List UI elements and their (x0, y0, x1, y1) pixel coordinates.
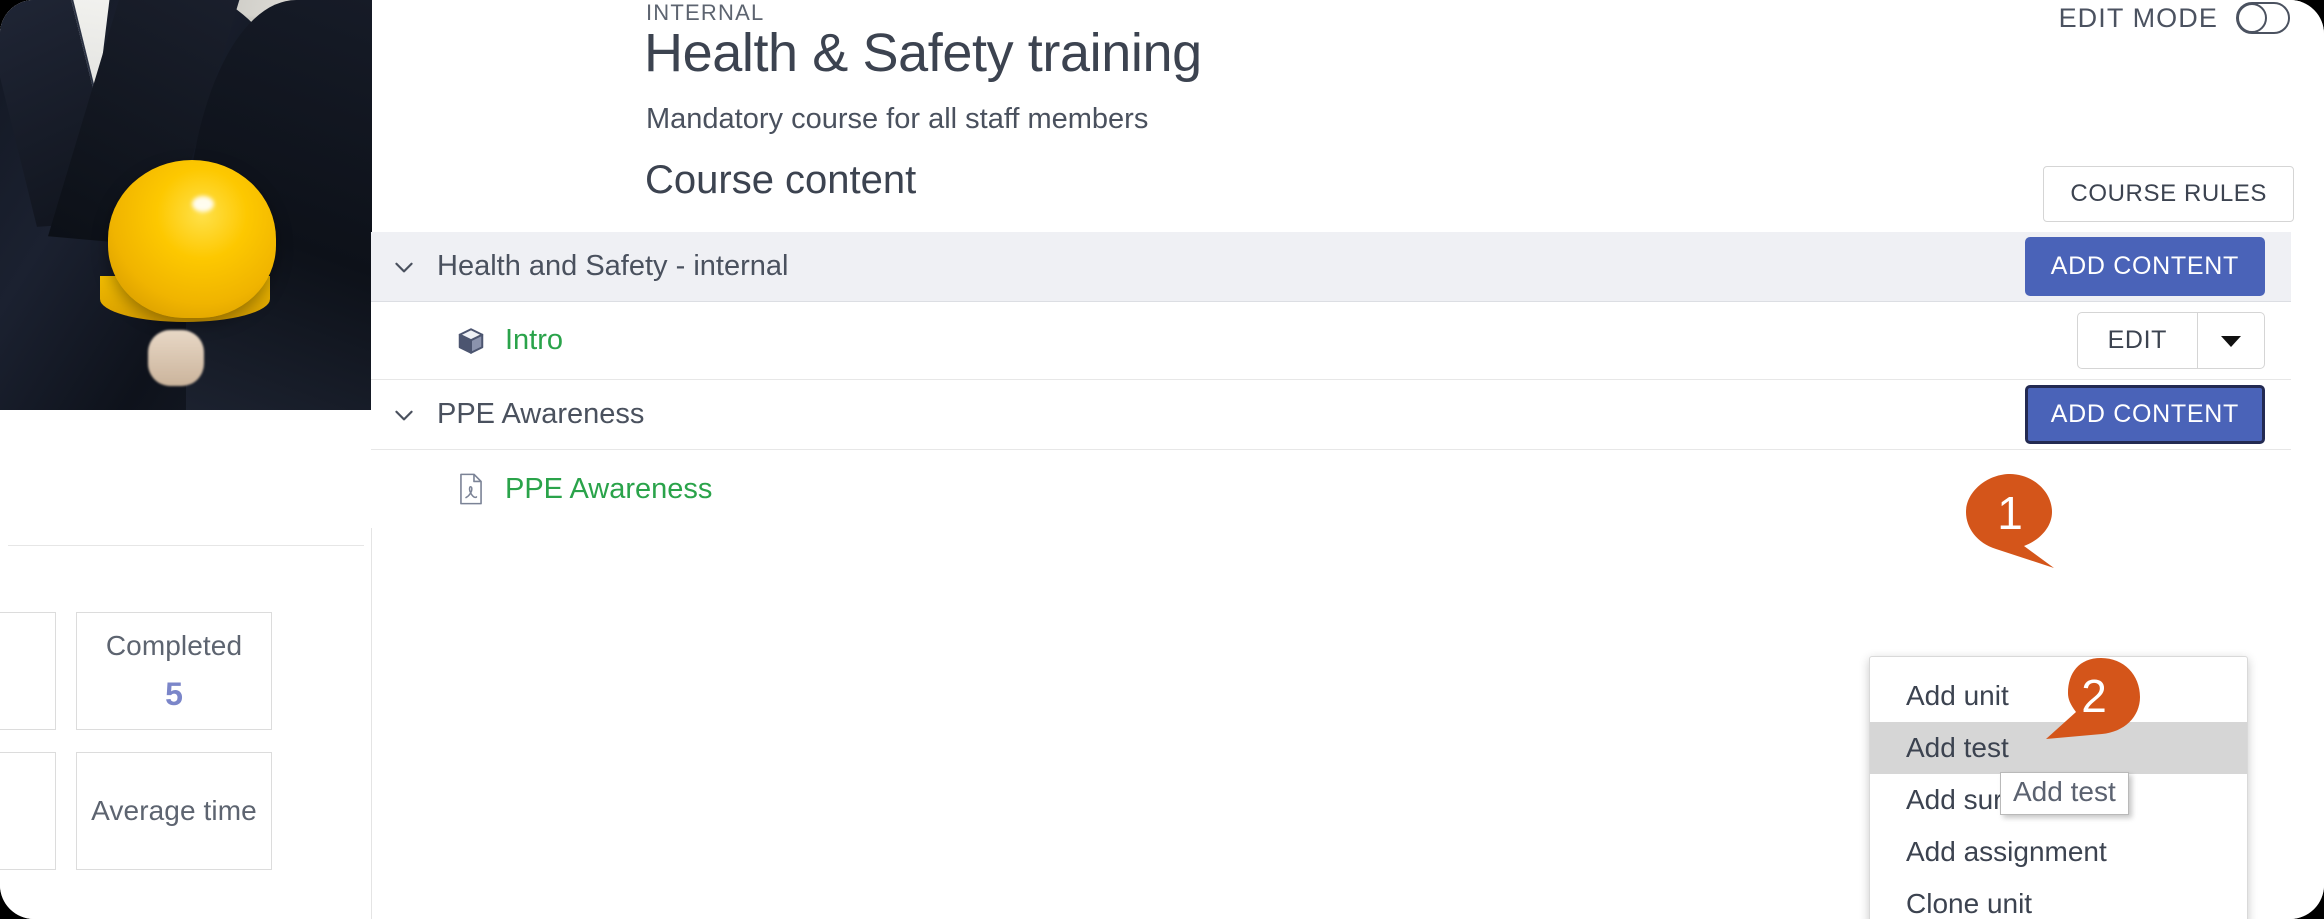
screenshot-root: Completed 5 Average time EDIT MODE INTER… (0, 0, 2324, 919)
course-thumbnail-image (0, 0, 372, 410)
chevron-down-icon[interactable] (391, 402, 417, 428)
pdf-file-icon (455, 473, 487, 505)
add-content-button-section-1[interactable]: ADD CONTENT (2024, 237, 2265, 296)
edit-mode-control[interactable]: EDIT MODE (2059, 2, 2290, 34)
thumbnail-hand (148, 330, 204, 386)
callout-number-2: 2 (2081, 670, 2107, 722)
content-item-label[interactable]: PPE Awareness (505, 473, 712, 506)
callout-marker-1: 1 (1962, 472, 2058, 568)
edit-mode-label: EDIT MODE (2058, 2, 2218, 33)
stat-row-2: Average time (0, 752, 380, 870)
edit-dropdown-caret-icon[interactable] (2198, 313, 2264, 368)
add-test-tooltip: Add test (2000, 772, 2129, 815)
stat-card-average-time: Average time (76, 752, 272, 870)
add-content-button-section-2[interactable]: ADD CONTENT (2024, 385, 2265, 444)
section-title: Health and Safety - internal (437, 250, 789, 282)
content-item-intro[interactable]: Intro EDIT (371, 302, 2291, 380)
course-sidebar: Completed 5 Average time (0, 0, 372, 919)
course-content-heading: Course content (645, 158, 917, 202)
section-header-health-and-safety-internal[interactable]: Health and Safety - internal ADD CONTENT (371, 232, 2291, 302)
course-rules-button[interactable]: COURSE RULES (2043, 166, 2294, 222)
app-page: Completed 5 Average time EDIT MODE INTER… (0, 0, 2324, 919)
chevron-down-icon[interactable] (391, 254, 417, 280)
sidebar-stats: Completed 5 Average time (0, 612, 380, 892)
course-subtitle: Mandatory course for all staff members (646, 103, 1149, 135)
menu-item-clone-unit[interactable]: Clone unit (1870, 878, 2247, 919)
section-title: PPE Awareness (437, 398, 645, 430)
page-title: Health & Safety training (644, 23, 1202, 83)
stat-label-completed: Completed (105, 629, 243, 661)
edit-button[interactable]: EDIT (2078, 313, 2198, 368)
stat-card-partial (0, 612, 56, 730)
callout-number-1: 1 (1997, 487, 2023, 539)
stat-card-completed: Completed 5 (76, 612, 272, 730)
stat-value-completed: 5 (165, 675, 183, 712)
stat-label-average-time: Average time (91, 795, 257, 826)
thumbnail-hard-hat (108, 160, 276, 318)
menu-item-add-assignment[interactable]: Add assignment (1870, 826, 2247, 878)
stat-card-partial-2 (0, 752, 56, 870)
sidebar-divider (8, 545, 364, 546)
callout-marker-2: 2 (2046, 655, 2142, 751)
edit-split-button[interactable]: EDIT (2076, 312, 2265, 369)
content-item-label[interactable]: Intro (505, 324, 563, 357)
toggle-knob-icon (2237, 3, 2267, 33)
stat-row-1: Completed 5 (0, 612, 380, 730)
section-header-ppe-awareness[interactable]: PPE Awareness ADD CONTENT (371, 380, 2291, 450)
edit-mode-toggle[interactable] (2236, 2, 2290, 34)
scorm-package-icon (455, 325, 487, 357)
thumbnail-helmet-highlight (192, 196, 214, 212)
